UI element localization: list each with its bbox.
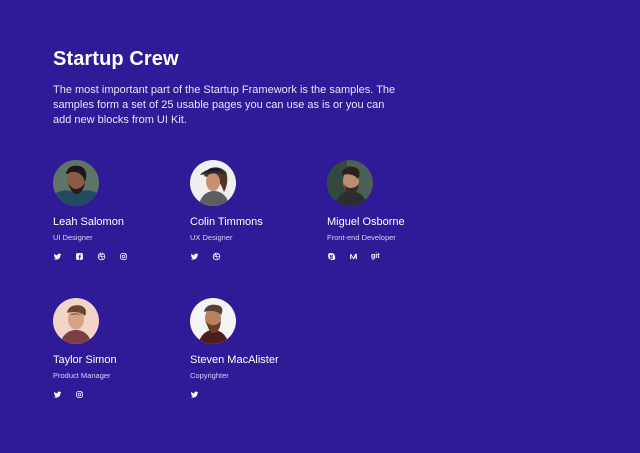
facebook-icon[interactable] <box>75 252 84 261</box>
twitter-icon[interactable] <box>190 252 199 261</box>
instagram-icon[interactable] <box>119 252 128 261</box>
social-links <box>53 389 183 399</box>
member-name: Leah Salomon <box>53 216 124 228</box>
member-name: Steven MacAlister <box>190 354 279 366</box>
twitter-icon[interactable] <box>53 252 62 261</box>
section-description: The most important part of the Startup F… <box>53 84 396 126</box>
avatar-taylor-simon <box>53 298 99 344</box>
section-title: Startup Crew <box>53 48 179 70</box>
twitter-icon[interactable] <box>190 390 199 399</box>
skype-icon[interactable] <box>327 252 336 261</box>
member-name: Taylor Simon <box>53 354 117 366</box>
twitter-icon[interactable] <box>53 390 62 399</box>
member-name: Miguel Osborne <box>327 216 405 228</box>
team-member-card: Miguel Osborne Front-end Developer git <box>327 160 457 261</box>
avatar-colin-timmons <box>190 160 236 206</box>
dribbble-icon[interactable] <box>212 252 221 261</box>
instagram-icon[interactable] <box>75 390 84 399</box>
social-links: git <box>327 251 457 261</box>
team-member-card: Steven MacAlister Copyrighter <box>190 298 320 399</box>
social-links <box>53 251 183 261</box>
social-links <box>190 389 320 399</box>
dribbble-icon[interactable] <box>97 252 106 261</box>
team-member-card: Taylor Simon Product Manager <box>53 298 183 399</box>
avatar-steven-macalister <box>190 298 236 344</box>
member-name: Colin Timmons <box>190 216 263 228</box>
avatar-miguel-osborne <box>327 160 373 206</box>
member-role: UI Designer <box>53 233 93 242</box>
social-links <box>190 251 320 261</box>
team-member-card: Colin Timmons UX Designer <box>190 160 320 261</box>
member-role: Copyrighter <box>190 371 229 380</box>
member-role: Front-end Developer <box>327 233 396 242</box>
medium-icon[interactable] <box>349 252 358 261</box>
avatar-leah-salomon <box>53 160 99 206</box>
member-role: Product Manager <box>53 371 111 380</box>
team-member-card: Leah Salomon UI Designer <box>53 160 183 261</box>
member-role: UX Designer <box>190 233 233 242</box>
git-icon[interactable]: git <box>371 252 380 261</box>
